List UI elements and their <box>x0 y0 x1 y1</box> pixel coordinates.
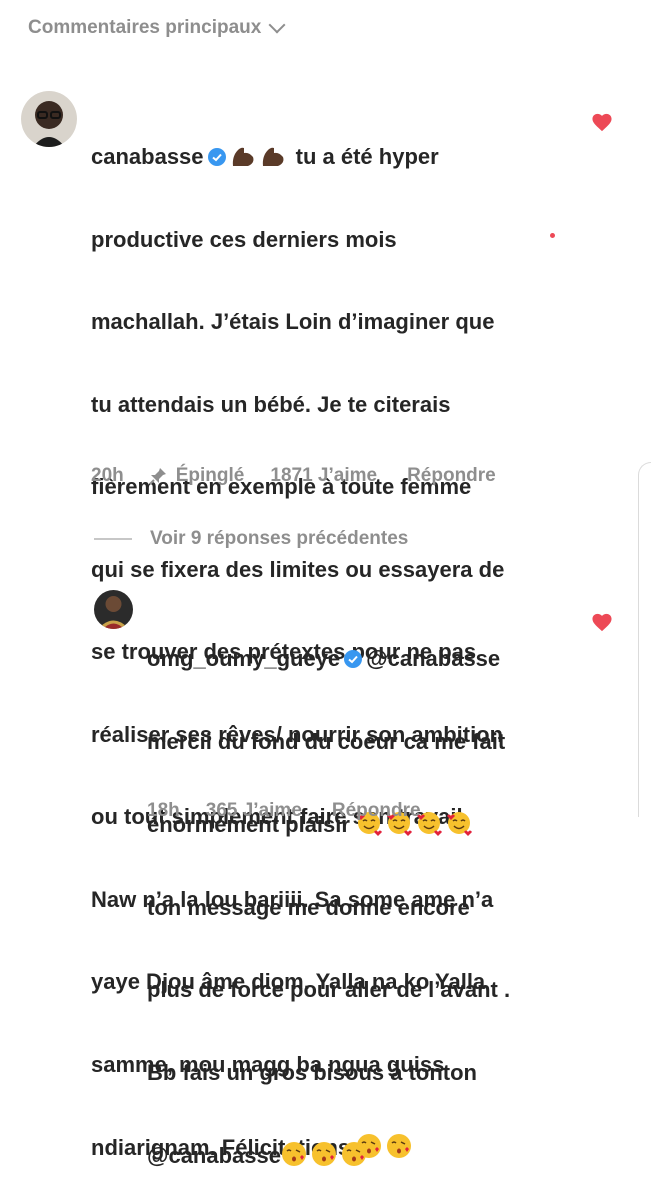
kiss-face-icon <box>281 1142 306 1166</box>
mention-link[interactable]: @canabasse <box>366 646 500 671</box>
chevron-down-icon <box>268 16 286 34</box>
comment-line: tu a été hyper <box>289 144 439 169</box>
reply-button[interactable]: Répondre <box>407 465 496 487</box>
view-replies-label: Voir 9 réponses précédentes <box>150 528 409 549</box>
reply-text: omg_oumy_gueye @canabasse mercii du fond … <box>147 590 567 1197</box>
comment-first-line: canabasse tu a été hyper <box>91 143 561 171</box>
reply-line: mercii du fond du coeur ca me fait <box>147 728 506 754</box>
reply-username[interactable]: omg_oumy_gueye <box>147 646 340 671</box>
reply-time: 18h <box>147 800 180 821</box>
pinned-label: Épinglé <box>175 465 245 486</box>
verified-badge-icon <box>344 650 363 668</box>
flexed-biceps-icon <box>262 147 283 166</box>
comment-line: productive ces derniers mois <box>91 226 397 252</box>
likes-count[interactable]: 1871 J’aime <box>270 465 377 487</box>
heart-icon[interactable] <box>591 112 613 132</box>
comment-line: machallah. J’étais Loin d’imaginer que <box>91 309 495 334</box>
comment-line: tu attendais un bébé. Je te citerais <box>91 391 451 417</box>
view-replies-button[interactable]: Voir 9 réponses précédentes <box>94 528 408 550</box>
heart-icon[interactable] <box>591 612 613 632</box>
kiss-face-icon <box>341 1142 366 1166</box>
reply-first-line: omg_oumy_gueye @canabasse <box>147 645 567 673</box>
reply-line: plus de force pour aller de l’avant . <box>147 977 511 1002</box>
smiling-face-with-hearts-icon <box>447 812 473 836</box>
avatar[interactable] <box>21 91 77 147</box>
reply-last-line: @canabasse <box>147 1141 567 1170</box>
reply-button[interactable]: Répondre <box>332 800 421 822</box>
side-panel-edge <box>638 462 651 817</box>
sort-dropdown[interactable]: Commentaires principaux <box>28 16 286 39</box>
mention-link[interactable]: @canabasse <box>147 1143 281 1168</box>
comment-time: 20h <box>91 465 124 486</box>
comment-line: qui se fixera des limites ou essayera de <box>91 556 505 582</box>
reply-line: Bb fais un gros bisous à tonton <box>147 1059 477 1085</box>
pin-icon <box>149 468 166 485</box>
flexed-biceps-icon <box>232 147 253 166</box>
sort-label: Commentaires principaux <box>28 17 262 38</box>
divider-line <box>94 538 132 540</box>
comment-username[interactable]: canabasse <box>91 144 204 169</box>
kiss-face-icon <box>311 1142 336 1166</box>
reply-line: ton message me donne encore <box>147 894 470 920</box>
comment-meta: 20h Épinglé 1871 J’aime Répondre <box>91 465 496 487</box>
notification-dot <box>550 233 555 238</box>
likes-count[interactable]: 365 J’aime <box>206 800 302 822</box>
avatar[interactable] <box>94 590 133 629</box>
reply-meta: 18h 365 J’aime Répondre <box>147 800 421 822</box>
verified-badge-icon <box>207 148 226 166</box>
